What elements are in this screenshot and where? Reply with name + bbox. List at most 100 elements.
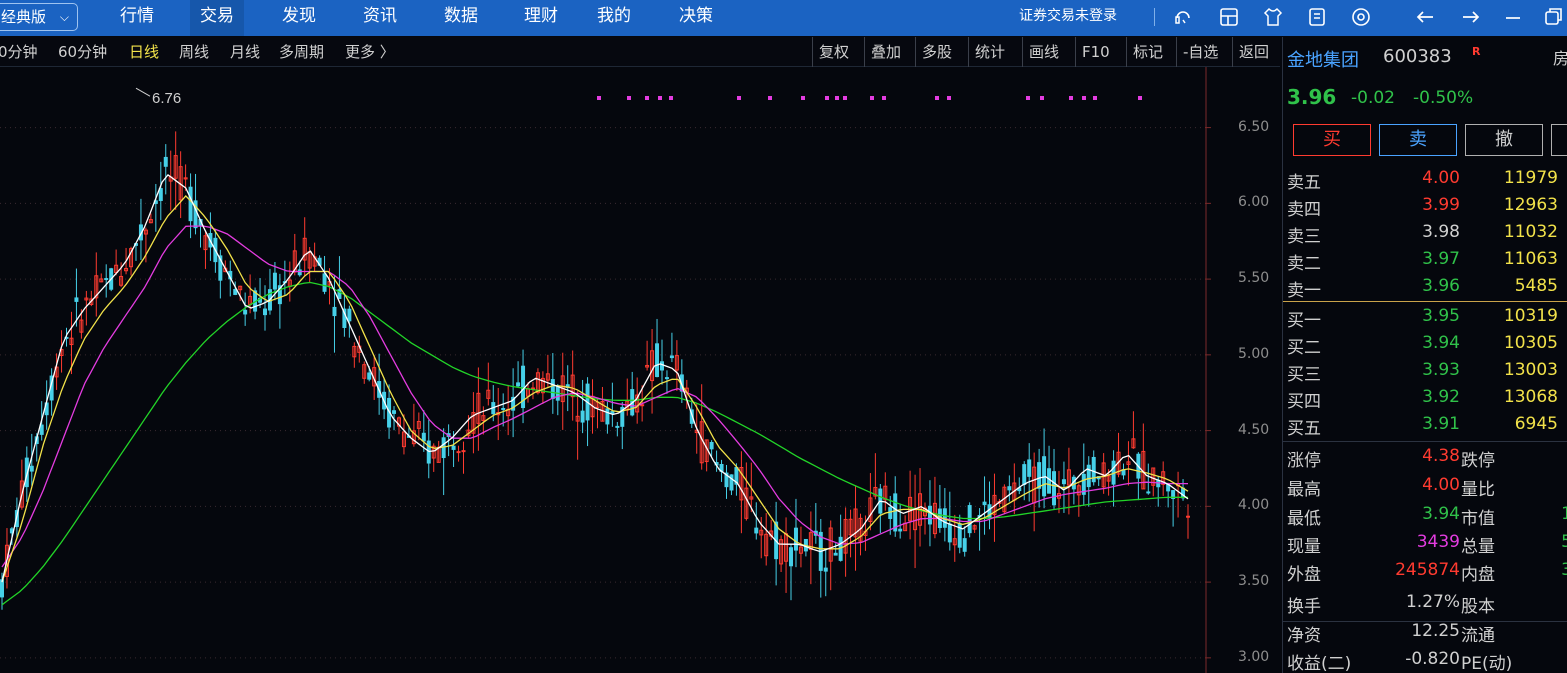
candle-body bbox=[1007, 486, 1012, 491]
stat-label: 换手 bbox=[1287, 597, 1321, 617]
ask-price: 4.00 bbox=[1422, 168, 1460, 188]
signal-dot bbox=[1040, 96, 1044, 100]
nav-item-8[interactable]: 决策 bbox=[669, 0, 723, 36]
stat-label-secondary: 总量 bbox=[1461, 537, 1495, 557]
nav-item-4[interactable]: 资讯 bbox=[353, 0, 407, 36]
ask-row[interactable]: 卖四 3.99 12963 bbox=[1283, 195, 1567, 221]
tool-button-6[interactable]: F10 bbox=[1075, 37, 1110, 67]
price-change: -0.02 bbox=[1351, 88, 1395, 108]
tool-button-9[interactable]: 返回 bbox=[1232, 37, 1269, 67]
bid-row[interactable]: 买四 3.92 13068 bbox=[1283, 387, 1567, 413]
login-status[interactable]: 证券交易未登录 bbox=[1019, 0, 1117, 32]
bid-price: 3.93 bbox=[1422, 360, 1460, 380]
bid-row[interactable]: 买三 3.93 13003 bbox=[1283, 360, 1567, 386]
buy-button[interactable]: 买 bbox=[1293, 124, 1371, 156]
bid-row[interactable]: 买二 3.94 10305 bbox=[1283, 333, 1567, 359]
minimize-icon[interactable] bbox=[1502, 6, 1524, 28]
stock-name[interactable]: 金地集团 bbox=[1287, 46, 1359, 72]
ask-label: 卖二 bbox=[1287, 254, 1321, 274]
signal-dot bbox=[737, 96, 741, 100]
bid-label: 买四 bbox=[1287, 392, 1321, 412]
ask-volume: 11979 bbox=[1503, 168, 1558, 188]
back-arrow-icon[interactable] bbox=[1414, 6, 1436, 28]
signal-dot bbox=[1093, 96, 1097, 100]
stat-row: 最低 3.94 市值 1 bbox=[1283, 504, 1567, 530]
nav-item-7[interactable]: 我的 bbox=[587, 0, 641, 36]
notes-icon[interactable] bbox=[1306, 6, 1328, 28]
bid-volume: 13068 bbox=[1503, 387, 1558, 407]
nav-item-3[interactable]: 发现 bbox=[272, 0, 326, 36]
period-tab-7[interactable]: 更多 〉 bbox=[345, 37, 395, 67]
tool-button-4[interactable]: 统计 bbox=[968, 37, 1005, 67]
candle-body bbox=[74, 297, 79, 302]
period-tab-4[interactable]: 周线 bbox=[179, 37, 209, 67]
headset-icon[interactable] bbox=[1172, 6, 1194, 28]
target-icon[interactable] bbox=[1350, 6, 1372, 28]
ask-price: 3.99 bbox=[1422, 195, 1460, 215]
period-tab-1[interactable]: 0分钟 bbox=[0, 37, 38, 67]
candle-body bbox=[1146, 491, 1151, 494]
bid-price: 3.95 bbox=[1422, 306, 1460, 326]
ask-volume: 11063 bbox=[1503, 249, 1558, 269]
edition-dropdown[interactable]: 经典版 ⌵ bbox=[0, 3, 78, 31]
bid-volume: 6945 bbox=[1514, 414, 1558, 434]
ask-row[interactable]: 卖一 3.96 5485 bbox=[1283, 276, 1567, 302]
layout-icon[interactable] bbox=[1218, 6, 1240, 28]
sector-tag[interactable]: 房 bbox=[1553, 45, 1567, 69]
candle-body bbox=[659, 361, 664, 371]
tool-button-5[interactable]: 画线 bbox=[1022, 37, 1059, 67]
candle-body bbox=[610, 411, 615, 415]
bid-row[interactable]: 买五 3.91 6945 bbox=[1283, 414, 1567, 440]
forward-arrow-icon[interactable] bbox=[1460, 6, 1482, 28]
more-trade-button[interactable] bbox=[1551, 124, 1567, 156]
signal-dot bbox=[870, 96, 874, 100]
candle-body bbox=[1022, 464, 1027, 485]
sell-button[interactable]: 卖 bbox=[1379, 124, 1457, 156]
tool-button-8[interactable]: -自选 bbox=[1176, 37, 1218, 67]
ask-row[interactable]: 卖二 3.97 11063 bbox=[1283, 249, 1567, 275]
tool-button-1[interactable]: 复权 bbox=[812, 37, 849, 67]
candle-body bbox=[1061, 479, 1066, 485]
bid-row[interactable]: 买一 3.95 10319 bbox=[1283, 306, 1567, 332]
period-tab-3[interactable]: 日线 bbox=[129, 37, 159, 67]
tool-button-2[interactable]: 叠加 bbox=[864, 37, 901, 67]
shirt-icon[interactable] bbox=[1262, 6, 1284, 28]
bid-label: 买三 bbox=[1287, 365, 1321, 385]
candle-body bbox=[158, 188, 163, 202]
nav-item-2[interactable]: 交易 bbox=[190, 0, 244, 36]
candle-body bbox=[456, 451, 461, 454]
nav-item-6[interactable]: 理财 bbox=[514, 0, 568, 36]
price-tick-label: 3.50 bbox=[1238, 573, 1270, 590]
kline-chart[interactable]: 6.76 bbox=[0, 67, 1282, 673]
period-tab-2[interactable]: 60分钟 bbox=[58, 37, 107, 67]
nav-item-1[interactable]: 行情 bbox=[110, 0, 164, 36]
tool-button-7[interactable]: 标记 bbox=[1126, 37, 1163, 67]
candle-body bbox=[550, 379, 555, 399]
candle-body bbox=[664, 377, 669, 380]
candle-body bbox=[962, 538, 967, 552]
candle-body bbox=[451, 445, 456, 450]
ask-row[interactable]: 卖三 3.98 11032 bbox=[1283, 222, 1567, 248]
ask-price: 3.98 bbox=[1422, 222, 1460, 242]
restore-icon[interactable] bbox=[1542, 6, 1564, 28]
cancel-button[interactable]: 撤 bbox=[1465, 124, 1543, 156]
ask-price: 3.97 bbox=[1422, 249, 1460, 269]
candle-body bbox=[501, 407, 506, 410]
candle-body bbox=[367, 372, 372, 380]
stat-row: 涨停 4.38 跌停 bbox=[1283, 446, 1567, 472]
candle-body bbox=[893, 493, 898, 532]
candle-body bbox=[833, 552, 838, 556]
candle-body bbox=[580, 410, 585, 423]
period-tab-5[interactable]: 月线 bbox=[230, 37, 260, 67]
period-tab-6[interactable]: 多周期 bbox=[279, 37, 324, 67]
nav-item-5[interactable]: 数据 bbox=[434, 0, 488, 36]
ask-row[interactable]: 卖五 4.00 11979 bbox=[1283, 168, 1567, 194]
candle-body bbox=[347, 308, 352, 322]
candle-body bbox=[982, 501, 987, 506]
stat-value: 12.25 bbox=[1411, 621, 1460, 641]
signal-dot bbox=[843, 96, 847, 100]
tool-button-3[interactable]: 多股 bbox=[915, 37, 952, 67]
ask-label: 卖一 bbox=[1287, 281, 1321, 301]
candle-body bbox=[1027, 459, 1032, 477]
candle-body bbox=[461, 450, 466, 453]
